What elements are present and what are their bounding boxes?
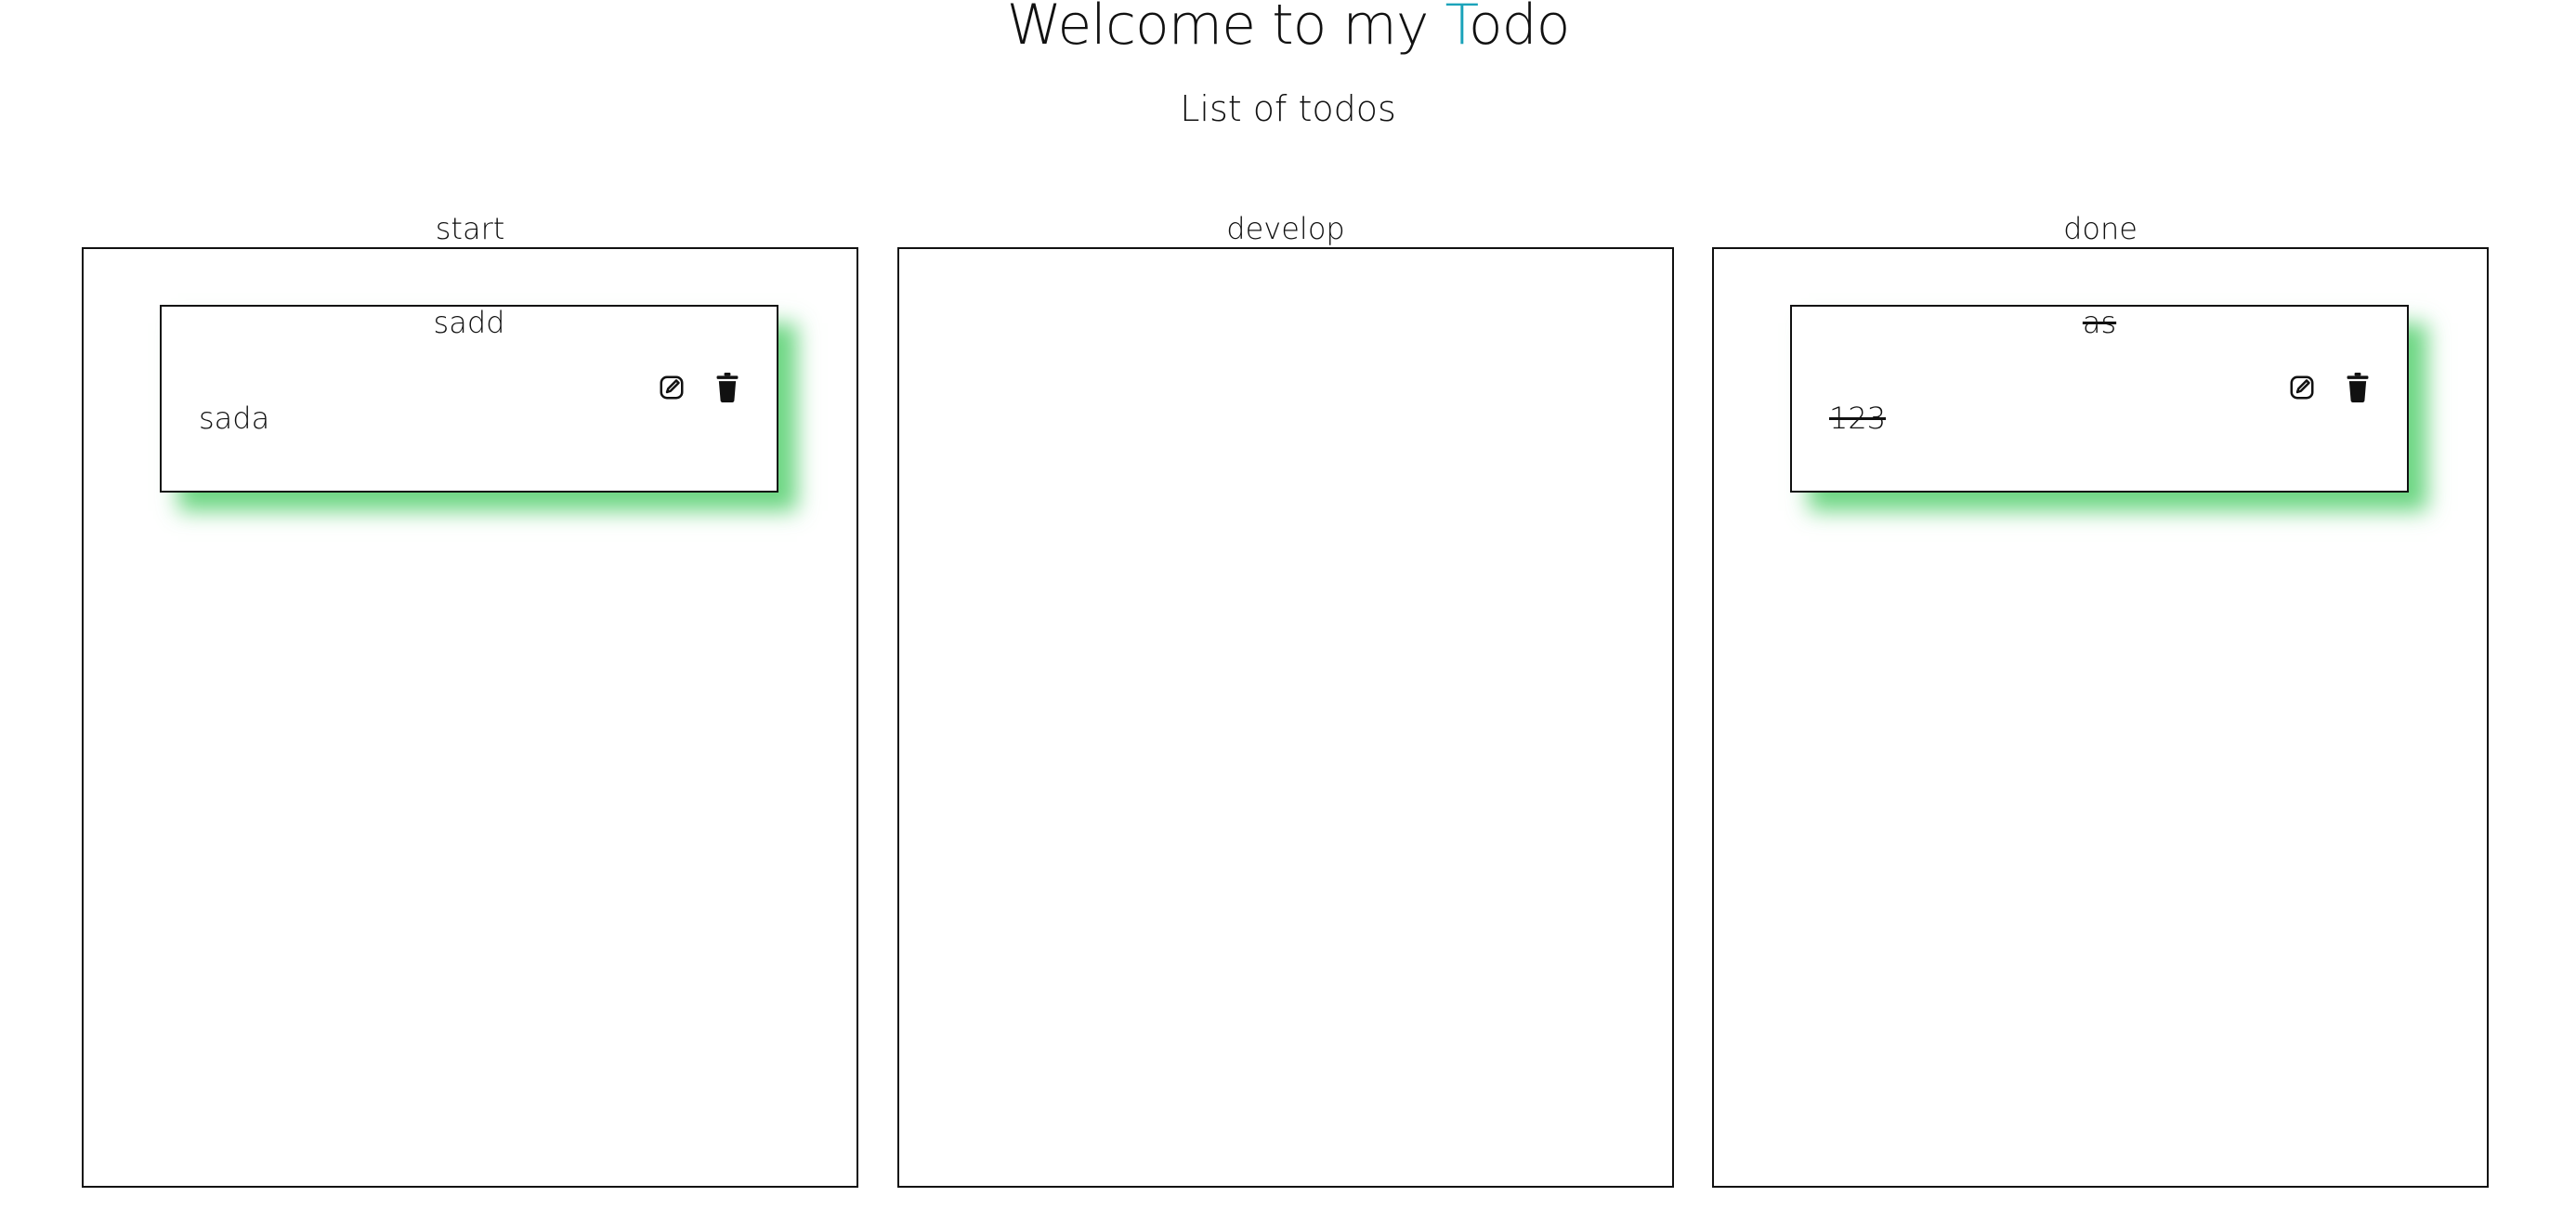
column-label-done: done — [2063, 211, 2138, 246]
todo-page: Welcome to my Todo List of todos start s… — [0, 0, 2576, 1210]
trash-icon[interactable] — [2342, 372, 2373, 403]
page-title: Welcome to my Todo — [0, 0, 2576, 67]
todo-card-title: sadd — [433, 305, 505, 340]
column-dropzone-done[interactable]: as 123 — [1712, 247, 2489, 1188]
edit-icon[interactable] — [656, 372, 687, 403]
todo-card-actions — [2286, 372, 2373, 403]
column-dropzone-start[interactable]: sadd sada — [82, 247, 858, 1188]
trash-icon[interactable] — [712, 372, 743, 403]
title-suffix: odo — [1468, 0, 1571, 58]
column-label-start: start — [435, 211, 505, 246]
todo-card-title: as — [2082, 305, 2117, 340]
page-subtitle: List of todos — [1180, 88, 1396, 129]
todo-card-description: 123 — [1829, 401, 1887, 436]
column-start: start sadd sada — [82, 210, 858, 1188]
column-done: done as 123 — [1712, 210, 2489, 1188]
column-label-develop: develop — [1226, 211, 1345, 246]
todo-card[interactable]: as 123 — [1790, 305, 2409, 493]
edit-icon[interactable] — [2286, 372, 2318, 403]
todo-card-description: sada — [199, 401, 270, 436]
todo-card-actions — [656, 372, 743, 403]
column-dropzone-develop[interactable] — [897, 247, 1674, 1188]
title-accent: T — [1445, 0, 1469, 58]
todo-card[interactable]: sadd sada — [160, 305, 778, 493]
title-prefix: Welcome to my — [1006, 0, 1445, 58]
column-develop: develop — [897, 210, 1674, 1188]
